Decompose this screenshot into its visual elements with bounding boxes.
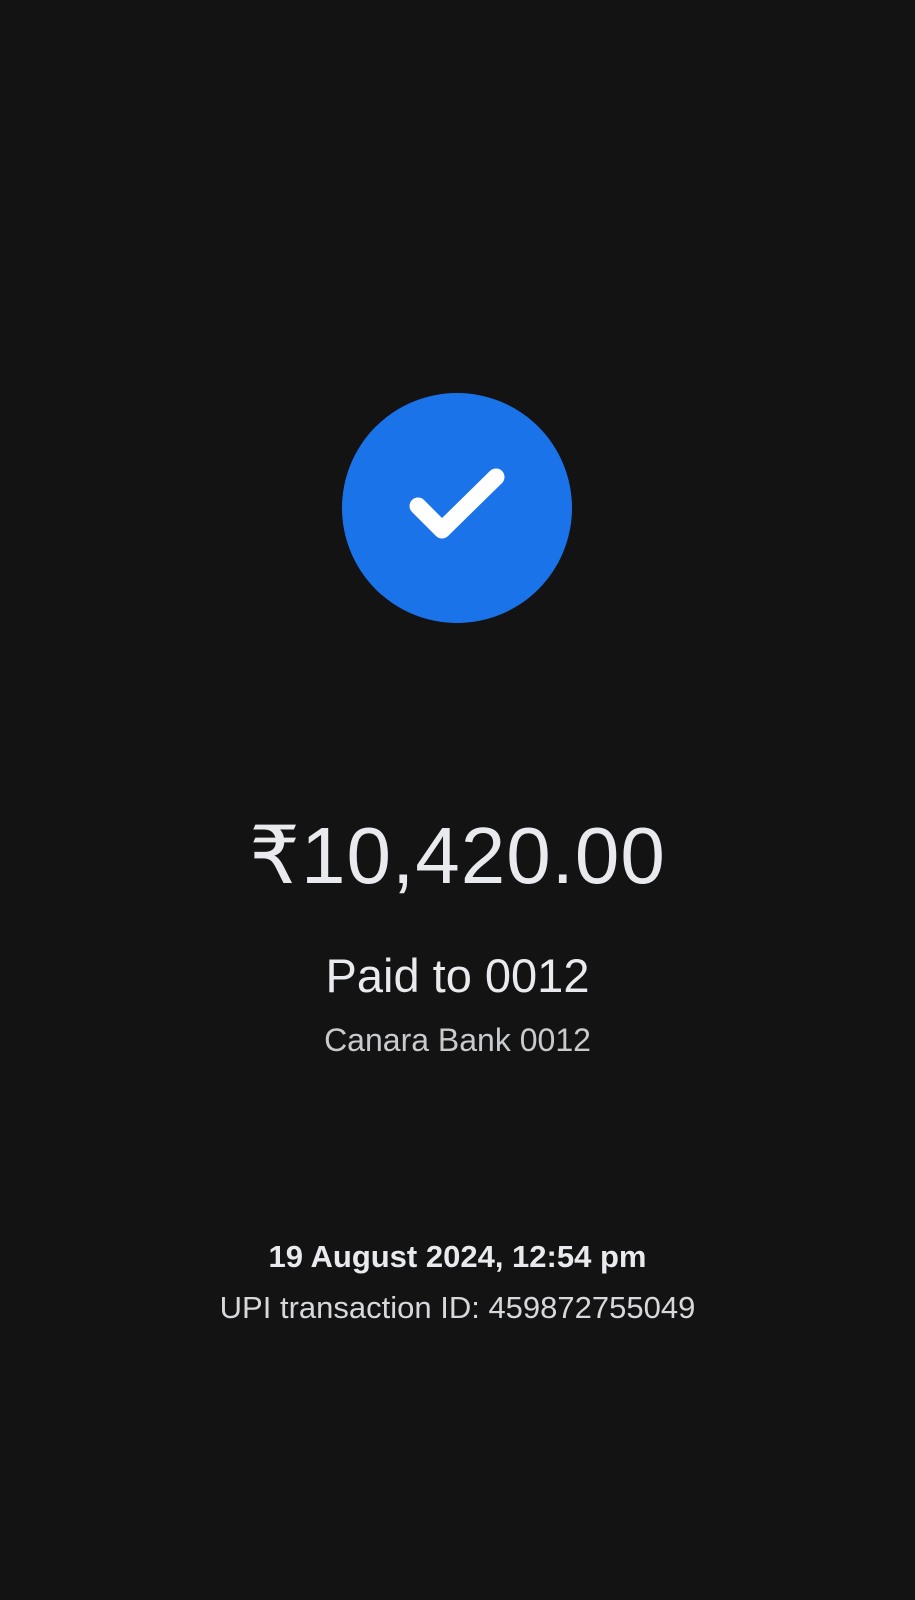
bank-account-label: Canara Bank 0012 [324,1022,591,1058]
check-icon [409,468,505,539]
payee-label: Paid to 0012 [325,949,590,1002]
upi-transaction-id: UPI transaction ID: 459872755049 [219,1290,696,1325]
payment-amount: ₹10,420.00 [249,811,666,900]
payment-success-screen: ₹10,420.00 Paid to 0012 Canara Bank 0012… [0,0,915,1600]
transaction-datetime: 19 August 2024, 12:54 pm [268,1239,647,1274]
success-badge [342,393,572,623]
